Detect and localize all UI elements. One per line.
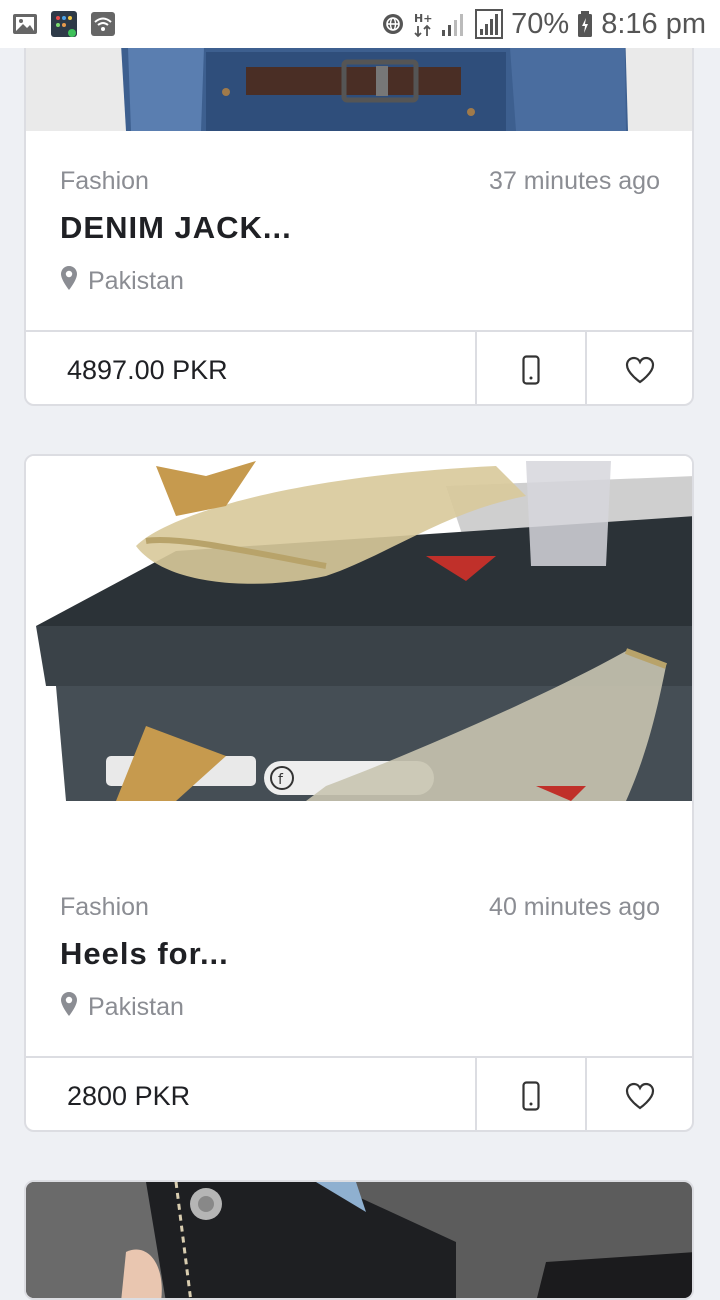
signal-weak-icon xyxy=(441,10,467,38)
call-button[interactable] xyxy=(477,1058,587,1130)
listing-location: Pakistan xyxy=(88,993,184,1021)
listing-price: 4897.00 PKR xyxy=(26,332,477,404)
battery-percent: 70% xyxy=(511,7,570,40)
listing-time: 40 minutes ago xyxy=(489,893,660,921)
call-button[interactable] xyxy=(477,332,587,404)
svg-text:H+: H+ xyxy=(414,12,432,25)
wifi-icon xyxy=(90,11,116,37)
status-bar: H+ 70% 8:16 pm xyxy=(0,0,720,48)
listing-card[interactable] xyxy=(24,1180,694,1300)
gallery-notification-icon xyxy=(12,12,38,36)
battery-charging-icon xyxy=(577,10,593,38)
location-pin-icon xyxy=(60,265,78,298)
listing-price: 2800 PKR xyxy=(26,1058,477,1130)
signal-strong-icon xyxy=(475,9,504,39)
network-type-icon: H+ xyxy=(413,10,433,38)
clock: 8:16 pm xyxy=(601,7,706,40)
listing-category: Fashion xyxy=(60,893,149,921)
listing-card[interactable]: Fashion 37 minutes ago DENIM JACK... Pak… xyxy=(24,0,694,406)
listing-card[interactable]: f Fashion 40 minutes ago Heels for... Pa… xyxy=(24,454,694,1132)
favorite-button[interactable] xyxy=(587,332,692,404)
vpn-globe-icon xyxy=(381,12,405,36)
location-pin-icon xyxy=(60,991,78,1024)
phone-icon xyxy=(522,355,540,385)
listing-location: Pakistan xyxy=(88,267,184,295)
favorite-button[interactable] xyxy=(587,1058,692,1130)
listing-title[interactable]: Heels for... xyxy=(60,936,229,972)
heart-icon xyxy=(625,356,654,384)
listing-image[interactable] xyxy=(26,1182,692,1298)
listing-category: Fashion xyxy=(60,167,149,195)
listing-time: 37 minutes ago xyxy=(489,167,660,195)
listing-title[interactable]: DENIM JACK... xyxy=(60,210,292,246)
app-notification-icon xyxy=(50,10,78,38)
listing-image[interactable]: f xyxy=(26,456,692,801)
heart-icon xyxy=(625,1082,654,1110)
phone-icon xyxy=(522,1081,540,1111)
